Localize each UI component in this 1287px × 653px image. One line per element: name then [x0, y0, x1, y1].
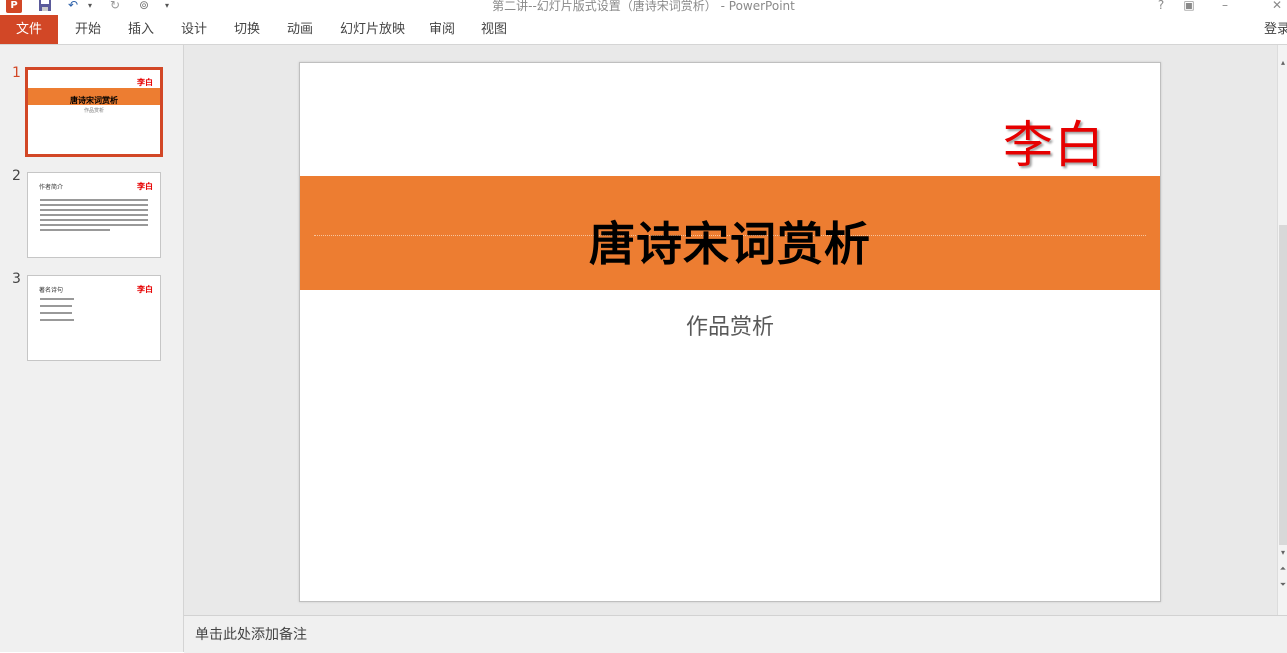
tab-view[interactable]: 视图 [481, 15, 507, 44]
thumbnail-text-line [40, 298, 74, 300]
thumbnail-title: 唐诗宋词赏析 [70, 96, 118, 105]
thumbnail-text-line [40, 229, 110, 231]
ribbon-tabs: 文件 开始 插入 设计 切换 动画 幻灯片放映 审阅 视图 登录 [0, 15, 1287, 45]
slide-thumbnail-1[interactable]: 李白 唐诗宋词赏析 作品赏析 [25, 67, 163, 157]
thumbnail-number: 1 [12, 65, 21, 81]
title-band: 唐诗宋词赏析 [300, 176, 1160, 290]
help-button[interactable]: ? [1152, 0, 1170, 13]
close-button[interactable]: ✕ [1268, 0, 1286, 13]
thumbnail-author: 李白 [137, 182, 153, 191]
thumbnail-text-line [40, 204, 148, 206]
notes-pane[interactable]: 单击此处添加备注 [184, 615, 1287, 653]
slide-thumbnails-pane: 1 李白 唐诗宋词赏析 作品赏析 2 作者简介 李白 3 著名诗句 李白 [0, 45, 184, 652]
title-bar: P ↶ ▾ ↻ ⊚ ▾ 第二讲--幻灯片版式设置（唐诗宋词赏析） - Power… [0, 0, 1287, 15]
thumbnail-text-line [40, 209, 148, 211]
thumbnail-text-line [40, 214, 148, 216]
scrollbar-thumb[interactable] [1279, 225, 1287, 545]
slide-subtitle[interactable]: 作品赏析 [300, 309, 1160, 341]
tab-design[interactable]: 设计 [181, 15, 207, 44]
tab-animations[interactable]: 动画 [287, 15, 313, 44]
thumbnail-text-line [40, 224, 148, 226]
slide-author-text[interactable]: 李白 [1003, 115, 1105, 175]
minimize-button[interactable]: – [1216, 0, 1234, 13]
thumbnail-number: 2 [12, 168, 21, 184]
thumbnail-title-band: 唐诗宋词赏析 [28, 88, 160, 105]
thumbnail-text-line [40, 305, 72, 307]
slide-title[interactable]: 唐诗宋词赏析 [300, 214, 1160, 274]
tab-slideshow[interactable]: 幻灯片放映 [340, 15, 405, 44]
tab-insert[interactable]: 插入 [128, 15, 154, 44]
slide-editing-area: 李白 唐诗宋词赏析 作品赏析 [184, 45, 1277, 615]
thumbnail-subtitle: 作品赏析 [83, 108, 104, 114]
ribbon-display-options-button[interactable]: ▣ [1180, 0, 1198, 13]
scroll-up-icon[interactable]: ▴ [1278, 57, 1287, 69]
next-slide-icon[interactable]: ⏷ [1278, 579, 1287, 591]
current-slide[interactable]: 李白 唐诗宋词赏析 作品赏析 [299, 62, 1161, 602]
thumbnail-text-line [40, 319, 74, 321]
sign-in-link[interactable]: 登录 [1264, 18, 1287, 37]
thumbnail-author: 李白 [137, 285, 153, 294]
thumbnail-text-line [40, 219, 148, 221]
thumbnail-text-line [40, 199, 148, 201]
thumbnail-text-line [40, 312, 72, 314]
vertical-scrollbar[interactable]: ▴ ▾ ⏶ ⏷ [1277, 45, 1287, 615]
tab-review[interactable]: 审阅 [429, 15, 455, 44]
previous-slide-icon[interactable]: ⏶ [1278, 563, 1287, 575]
tab-file[interactable]: 文件 [0, 15, 58, 44]
thumbnail-heading: 著名诗句 [39, 287, 64, 294]
notes-placeholder[interactable]: 单击此处添加备注 [195, 624, 307, 644]
thumbnail-heading: 作者简介 [39, 184, 64, 191]
thumbnail-author: 李白 [137, 78, 153, 87]
scroll-down-icon[interactable]: ▾ [1278, 547, 1287, 559]
slide-thumbnail-3[interactable]: 著名诗句 李白 [27, 275, 161, 361]
thumbnail-number: 3 [12, 271, 21, 287]
tab-home[interactable]: 开始 [75, 15, 101, 44]
slide-thumbnail-2[interactable]: 作者简介 李白 [27, 172, 161, 258]
window-title: 第二讲--幻灯片版式设置（唐诗宋词赏析） - PowerPoint [492, 0, 795, 13]
tab-transitions[interactable]: 切换 [234, 15, 260, 44]
